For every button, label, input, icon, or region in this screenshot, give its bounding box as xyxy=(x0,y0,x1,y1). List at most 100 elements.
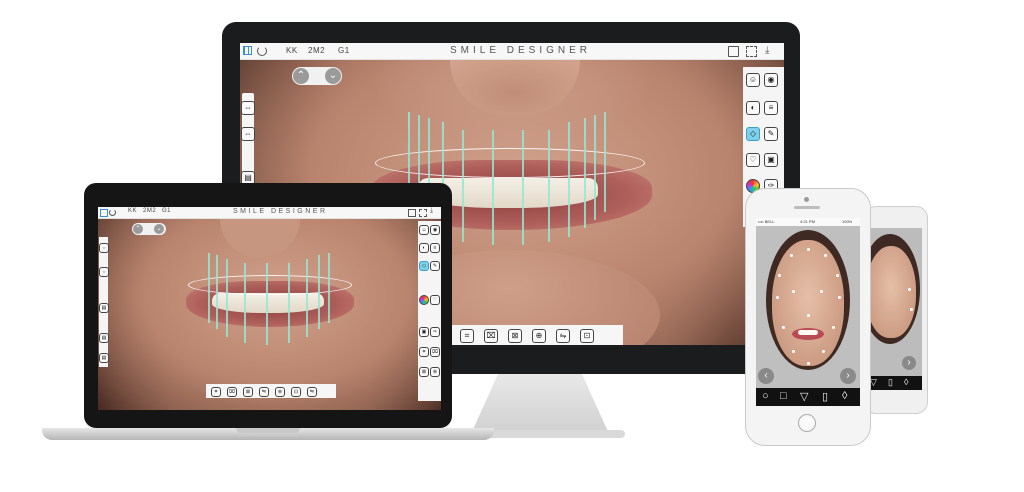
ruler-icon[interactable]: ≡ xyxy=(430,243,440,253)
crop-icon[interactable]: ⌧ xyxy=(484,329,498,343)
refresh-icon[interactable] xyxy=(109,209,116,216)
tooth-guide-line[interactable] xyxy=(568,122,570,237)
tooth-guide-line[interactable] xyxy=(226,259,228,337)
tooth-guide-line[interactable] xyxy=(244,263,246,343)
tooth-guide-line[interactable] xyxy=(208,253,210,323)
nav-item-g1[interactable]: G1 xyxy=(338,46,350,55)
crop-icon[interactable]: ⌧ xyxy=(227,387,237,397)
crop-icon[interactable]: ⌧ xyxy=(430,347,440,357)
tooth-guide-line[interactable] xyxy=(318,255,320,329)
chevron-up-icon[interactable]: ⌃ xyxy=(293,68,309,84)
oval-shape-button[interactable]: ▯ xyxy=(888,377,893,388)
split-horizontal-icon[interactable]: ⇔ xyxy=(99,243,109,253)
frame-icon[interactable]: ⌗ xyxy=(460,329,474,343)
next-arrow-button[interactable]: › xyxy=(840,368,856,384)
chevron-down-icon[interactable]: ⌄ xyxy=(325,68,341,84)
prev-arrow-button[interactable]: ‹ xyxy=(758,368,774,384)
ruler-icon[interactable]: ≡ xyxy=(764,101,778,115)
diamond-shape-button[interactable]: ◊ xyxy=(842,390,847,402)
tooth-guide-line[interactable] xyxy=(594,115,596,220)
eyedropper-icon[interactable]: ✑ xyxy=(430,327,440,337)
landmark-dot xyxy=(910,308,913,311)
tooth-guide-line[interactable] xyxy=(584,118,586,228)
download-icon[interactable]: ⤓ xyxy=(430,207,433,215)
tooth-guide-line[interactable] xyxy=(492,130,494,245)
tooth-select-icon[interactable]: ◇ xyxy=(746,127,760,141)
mirror-icon[interactable]: ⇋ xyxy=(307,387,317,397)
zoom-in-icon[interactable]: ⊕ xyxy=(430,367,440,377)
tooth-guide-line[interactable] xyxy=(216,255,218,329)
lips-icon[interactable]: ◐ xyxy=(419,243,429,253)
tooth-guide-line[interactable] xyxy=(306,259,308,337)
tooth-guide-line[interactable] xyxy=(548,130,550,242)
oval-shape-button[interactable]: ▯ xyxy=(822,390,828,403)
nav-item-kk[interactable]: KK xyxy=(128,208,137,214)
landmark-dot xyxy=(782,326,785,329)
fit-icon[interactable]: ⊡ xyxy=(291,387,301,397)
brush-icon[interactable]: ✎ xyxy=(430,261,440,271)
fullscreen-icon[interactable] xyxy=(746,46,757,57)
split-vertical-icon[interactable]: ⇔ xyxy=(241,127,255,141)
zoom-in-icon[interactable]: ⊕ xyxy=(275,387,285,397)
fullscreen-icon[interactable] xyxy=(419,209,427,217)
align-icon[interactable]: ⊠ xyxy=(419,367,429,377)
next-arrow-button[interactable]: › xyxy=(902,356,916,370)
triangle-shape-button[interactable]: ▽ xyxy=(870,377,877,388)
battery-label: 100% xyxy=(842,219,853,224)
lips-icon[interactable]: ◐ xyxy=(746,101,760,115)
left-toolbar xyxy=(99,237,108,367)
layer-icon[interactable]: ▤ xyxy=(99,303,109,313)
mirror-icon[interactable]: ⇋ xyxy=(556,329,570,343)
nose-region xyxy=(220,219,300,257)
landmark-dot xyxy=(908,288,911,291)
color-palette-icon[interactable] xyxy=(419,295,429,305)
chevron-down-icon[interactable]: ⌄ xyxy=(154,224,164,234)
circle-shape-button[interactable]: ○ xyxy=(762,390,769,402)
tooth-guide-line[interactable] xyxy=(522,130,524,245)
mirror-icon[interactable]: ⇋ xyxy=(259,387,269,397)
tooth-guide-line[interactable] xyxy=(604,112,606,212)
layer-icon[interactable]: ▤ xyxy=(99,333,109,343)
tooth-select-icon[interactable]: ◇ xyxy=(419,261,429,271)
save-icon[interactable] xyxy=(408,209,416,217)
eye-icon[interactable]: ◉ xyxy=(764,73,778,87)
download-icon[interactable]: ⤓ xyxy=(765,45,769,56)
home-button[interactable] xyxy=(798,414,816,432)
face-outline-icon[interactable]: ☺ xyxy=(419,225,429,235)
tooth-3d-icon[interactable]: ▣ xyxy=(419,327,429,337)
nav-item-2m2[interactable]: 2M2 xyxy=(308,46,325,55)
split-horizontal-icon[interactable]: ⇔ xyxy=(241,101,255,115)
align-icon[interactable]: ⊠ xyxy=(508,329,522,343)
nav-item-kk[interactable]: KK xyxy=(286,46,298,55)
grid-icon[interactable] xyxy=(243,46,252,55)
align-icon[interactable]: ⊠ xyxy=(243,387,253,397)
landmark-dot xyxy=(792,350,795,353)
tooth-icon[interactable]: ♡ xyxy=(430,295,440,305)
brush-icon[interactable]: ✎ xyxy=(764,127,778,141)
tooth-icon[interactable]: ♡ xyxy=(746,153,760,167)
layer-icon[interactable]: ▤ xyxy=(99,353,109,363)
tooth-guide-line[interactable] xyxy=(462,130,464,242)
triangle-shape-button[interactable]: ▽ xyxy=(800,390,808,403)
diamond-shape-button[interactable]: ◊ xyxy=(904,377,908,387)
laptop-notch xyxy=(236,428,300,433)
landmark-dot xyxy=(820,290,823,293)
frame-icon[interactable]: ⌗ xyxy=(419,347,429,357)
grid-icon[interactable] xyxy=(100,209,108,217)
chevron-up-icon[interactable]: ⌃ xyxy=(133,224,143,234)
nav-item-g1[interactable]: G1 xyxy=(162,208,171,214)
tooth-guide-line[interactable] xyxy=(328,253,330,323)
square-shape-button[interactable]: □ xyxy=(780,390,787,402)
refresh-icon[interactable] xyxy=(257,46,267,56)
tooth-guide-line[interactable] xyxy=(288,263,290,343)
eye-icon[interactable]: ◉ xyxy=(430,225,440,235)
fit-icon[interactable]: ⊡ xyxy=(580,329,594,343)
tooth-guide-line[interactable] xyxy=(266,263,268,345)
tooth-3d-icon[interactable]: ▣ xyxy=(764,153,778,167)
zoom-in-icon[interactable]: ⊕ xyxy=(532,329,546,343)
face-outline-icon[interactable]: ☺ xyxy=(746,73,760,87)
frame-icon[interactable]: ⌗ xyxy=(211,387,221,397)
save-icon[interactable] xyxy=(728,46,739,57)
nav-item-2m2[interactable]: 2M2 xyxy=(143,208,156,214)
split-vertical-icon[interactable]: ⇔ xyxy=(99,267,109,277)
